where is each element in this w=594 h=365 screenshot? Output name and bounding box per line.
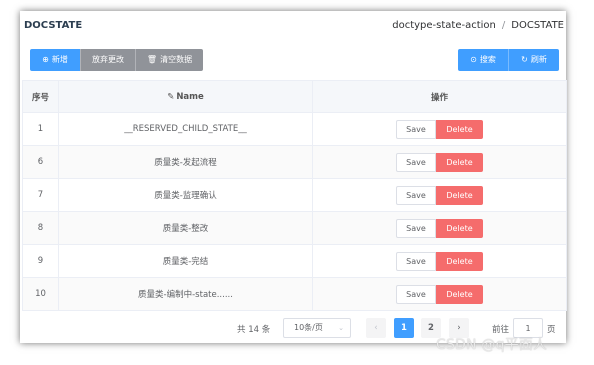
docstate-table: 序号 ✎ Name 操作 1 __RESERVED_CHILD_STATE__ Sav… (22, 80, 567, 311)
table-row: 1 __RESERVED_CHILD_STATE__ Save Delete (22, 112, 567, 146)
column-header-name[interactable]: ✎ Name (58, 80, 313, 113)
page-size-value: 10条/页 (294, 323, 323, 332)
search-icon: ⊙ (470, 55, 477, 64)
row-name: 质量类-监理确认 (58, 178, 313, 212)
column-header-index: 序号 (22, 80, 59, 113)
delete-button[interactable]: Delete (436, 185, 483, 205)
table-row: 6 质量类-发起流程 Save Delete (22, 145, 567, 179)
table-row: 8 质量类-整改 Save Delete (22, 211, 567, 245)
row-index: 8 (22, 211, 59, 245)
refresh-button-label: 刷新 (530, 55, 547, 64)
row-index: 6 (22, 145, 59, 179)
row-index: 1 (22, 112, 59, 146)
docstate-panel: DOCSTATE doctype-state-action / DOCSTATE ⊕… (20, 11, 567, 343)
row-name: 质量类-发起流程 (58, 145, 313, 179)
row-name: 质量类-整改 (58, 211, 313, 245)
trash-icon: 🗑 (146, 55, 158, 64)
page-size-select[interactable]: 10条/页 ⌄ (283, 318, 351, 338)
breadcrumb-item-docstate: DOCSTATE (511, 20, 564, 31)
row-action-group: Save Delete (396, 152, 483, 172)
row-name: 质量类-完结 (58, 244, 313, 278)
table-row: 10 质量类-编制中-state...... Save Delete (22, 277, 567, 311)
refresh-icon: ↻ (521, 55, 528, 64)
row-action-group: Save Delete (396, 284, 483, 304)
prev-page-button[interactable]: ‹ (366, 318, 386, 338)
chevron-right-icon: › (457, 323, 461, 333)
delete-button[interactable]: Delete (436, 152, 483, 172)
row-action-group: Save Delete (396, 185, 483, 205)
breadcrumb-separator: / (501, 20, 506, 31)
row-actions: Save Delete (312, 112, 567, 146)
row-index: 10 (22, 277, 59, 311)
save-button[interactable]: Save (396, 251, 436, 271)
row-action-group: Save Delete (396, 218, 483, 238)
row-index: 9 (22, 244, 59, 278)
plus-circle-icon: ⊕ (42, 55, 49, 64)
add-button[interactable]: ⊕ 新增 (30, 49, 80, 71)
row-name: __RESERVED_CHILD_STATE__ (58, 112, 313, 146)
search-button-label: 搜索 (479, 55, 496, 64)
add-button-label: 新增 (51, 55, 68, 64)
row-actions: Save Delete (312, 277, 567, 311)
column-header-actions: 操作 (312, 80, 567, 113)
row-actions: Save Delete (312, 244, 567, 278)
page-title: DOCSTATE (24, 20, 83, 31)
row-index: 7 (22, 178, 59, 212)
row-actions: Save Delete (312, 211, 567, 245)
table-row: 7 质量类-监理确认 Save Delete (22, 178, 567, 212)
breadcrumb: doctype-state-action / DOCSTATE (392, 20, 564, 31)
save-button[interactable]: Save (396, 152, 436, 172)
refresh-button[interactable]: ↻ 刷新 (508, 49, 559, 71)
column-header-name-label: Name (176, 91, 204, 102)
chevron-down-icon: ⌄ (338, 324, 344, 332)
discard-changes-button[interactable]: 放弃更改 (80, 49, 135, 71)
pagination-total: 共 14 条 (237, 325, 271, 335)
delete-button[interactable]: Delete (436, 251, 483, 271)
clear-data-button[interactable]: 🗑 清空数据 (135, 49, 203, 71)
search-button[interactable]: ⊙ 搜索 (458, 49, 508, 71)
delete-button[interactable]: Delete (436, 218, 483, 238)
row-name: 质量类-编制中-state...... (58, 277, 313, 311)
chevron-left-icon: ‹ (374, 323, 378, 333)
save-button[interactable]: Save (396, 218, 436, 238)
delete-button[interactable]: Delete (436, 284, 483, 304)
goto-suffix: 页 (547, 325, 556, 335)
table-header-row: 序号 ✎ Name 操作 (22, 80, 567, 113)
save-button[interactable]: Save (396, 284, 436, 304)
csdn-watermark: CSDN @q平面人 (436, 337, 548, 353)
save-button[interactable]: Save (396, 185, 436, 205)
breadcrumb-item-doctype-state-action[interactable]: doctype-state-action (392, 20, 496, 31)
edit-icon: ✎ (167, 91, 175, 102)
delete-button[interactable]: Delete (436, 119, 483, 139)
row-actions: Save Delete (312, 145, 567, 179)
table-row: 9 质量类-完结 Save Delete (22, 244, 567, 278)
page-button-1[interactable]: 1 (394, 318, 414, 338)
row-actions: Save Delete (312, 178, 567, 212)
discard-changes-label: 放弃更改 (92, 55, 124, 64)
clear-data-label: 清空数据 (160, 55, 193, 64)
save-button[interactable]: Save (396, 119, 436, 139)
row-action-group: Save Delete (396, 251, 483, 271)
row-action-group: Save Delete (396, 119, 483, 139)
